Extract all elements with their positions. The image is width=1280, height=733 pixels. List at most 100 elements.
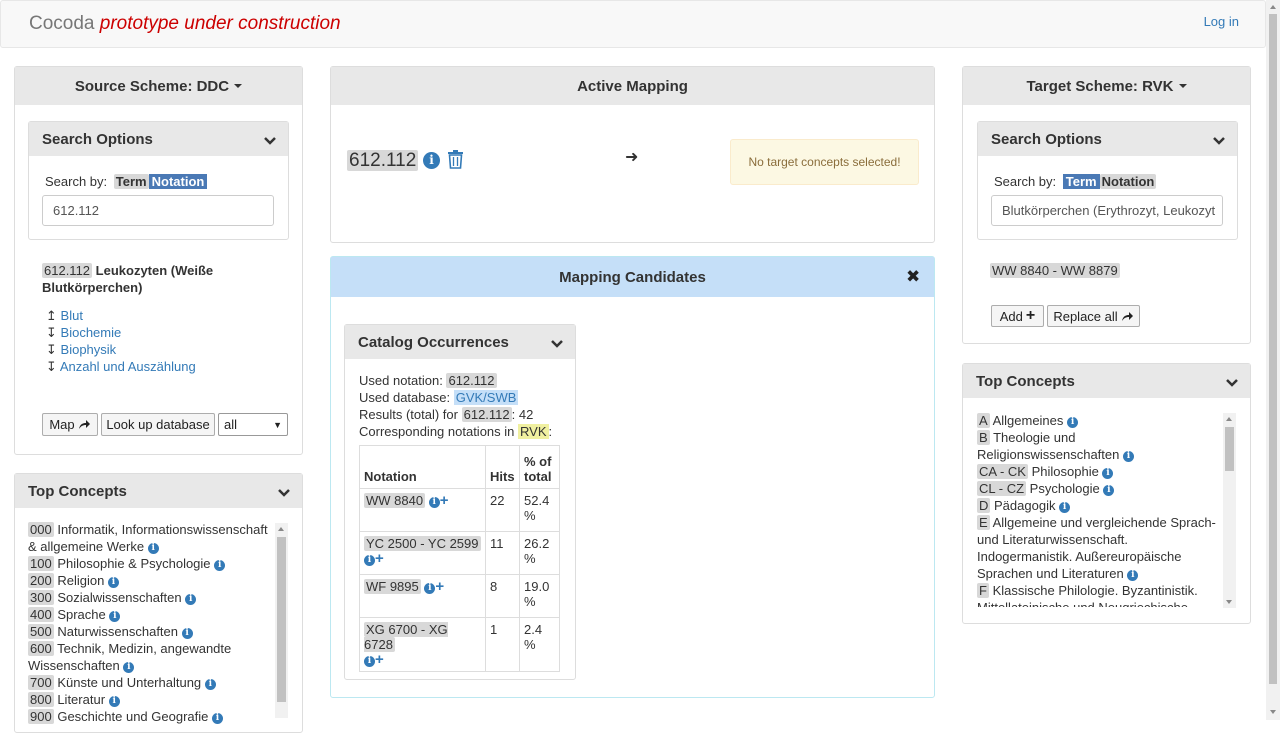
info-icon[interactable]: i: [108, 696, 120, 707]
scrollbar-thumb[interactable]: [277, 537, 286, 702]
close-icon[interactable]: ✖: [906, 267, 920, 287]
related-concept-item[interactable]: ↧ Biophysik: [46, 342, 116, 358]
source-scheme-header[interactable]: Source Scheme: DDC: [15, 67, 302, 105]
info-icon[interactable]: i: [109, 611, 121, 622]
info-icon[interactable]: i: [428, 497, 440, 508]
top-concept-item[interactable]: 600 Technik, Medizin, angewandte Wissens…: [28, 640, 278, 674]
top-concept-item[interactable]: A Allgemeines i: [977, 412, 1217, 429]
plus-icon[interactable]: +: [375, 652, 384, 667]
scroll-up-icon[interactable]: [1270, 5, 1276, 9]
trash-icon[interactable]: [447, 150, 464, 169]
top-concept-item[interactable]: D Pädagogik i: [977, 497, 1217, 514]
info-icon[interactable]: i: [364, 656, 375, 667]
login-link[interactable]: Log in: [1204, 14, 1239, 29]
top-concept-item[interactable]: 800 Literatur i: [28, 691, 278, 708]
info-icon[interactable]: i: [424, 583, 436, 594]
top-concept-item[interactable]: 200 Religion i: [28, 572, 278, 589]
info-icon[interactable]: i: [212, 713, 223, 724]
lookup-database-button[interactable]: Look up database: [101, 413, 215, 436]
related-concept-item[interactable]: ↧ Biochemie: [46, 325, 121, 341]
info-icon[interactable]: i: [1067, 417, 1079, 428]
top-concept-item[interactable]: CA - CK Philosophie i: [977, 463, 1217, 480]
chevron-down-icon[interactable]: [278, 487, 290, 499]
map-button[interactable]: Map: [42, 413, 98, 436]
top-concept-item[interactable]: 700 Künste und Unterhaltung i: [28, 674, 278, 691]
scrollbar[interactable]: [275, 523, 288, 718]
row-notation[interactable]: YC 2500 - YC 2599: [364, 536, 481, 551]
info-icon[interactable]: i: [423, 152, 440, 169]
app-brand[interactable]: Cocoda prototype under construction: [29, 13, 341, 35]
row-notation[interactable]: WF 9895: [364, 579, 421, 594]
source-top-concepts-header[interactable]: Top Concepts: [15, 474, 302, 508]
chevron-down-icon[interactable]: [264, 135, 276, 147]
top-concept-item[interactable]: F Klassische Philologie. Byzantinistik. …: [977, 582, 1217, 607]
info-icon[interactable]: i: [147, 543, 159, 554]
concept-notation: E: [977, 515, 990, 530]
chevron-down-icon[interactable]: [1226, 377, 1238, 389]
related-concept-item[interactable]: ↧ Anzahl und Auszählung: [46, 359, 196, 375]
related-concept-link[interactable]: Biophysik: [61, 342, 117, 357]
scroll-down-icon[interactable]: [1270, 710, 1276, 714]
database-select[interactable]: all ▼: [218, 413, 288, 436]
info-icon[interactable]: i: [364, 555, 375, 566]
info-icon[interactable]: i: [185, 594, 197, 605]
top-concept-item[interactable]: 300 Sozialwissenschaften i: [28, 589, 278, 606]
plus-icon[interactable]: +: [375, 551, 384, 566]
plus-icon[interactable]: +: [435, 579, 444, 594]
top-concept-item[interactable]: 400 Sprache i: [28, 606, 278, 623]
page-scrollbar[interactable]: [1266, 0, 1280, 720]
info-icon[interactable]: i: [1102, 468, 1114, 479]
add-button[interactable]: Add +: [991, 305, 1044, 327]
target-top-concepts-header[interactable]: Top Concepts: [963, 364, 1250, 398]
related-concept-link[interactable]: Biochemie: [61, 325, 122, 340]
top-concept-item[interactable]: 000 Informatik, Informationswissenschaft…: [28, 521, 278, 555]
top-concept-item[interactable]: 500 Naturwissenschaften i: [28, 623, 278, 640]
info-icon[interactable]: i: [1122, 451, 1134, 462]
related-concept-link[interactable]: Blut: [61, 308, 83, 323]
scroll-up-icon[interactable]: [1226, 417, 1232, 421]
info-icon[interactable]: i: [214, 560, 226, 571]
info-icon[interactable]: i: [1127, 570, 1139, 581]
target-search-by-row: Search by: Term Notation: [994, 174, 1157, 189]
info-icon[interactable]: i: [123, 662, 135, 673]
info-icon[interactable]: i: [181, 628, 193, 639]
page-scrollbar-thumb[interactable]: [1269, 14, 1277, 684]
catalog-occurrences-title: Catalog Occurrences: [358, 333, 509, 351]
plus-icon[interactable]: +: [440, 493, 449, 508]
top-concept-item[interactable]: CL - CZ Psychologie i: [977, 480, 1217, 497]
search-by-notation-toggle[interactable]: Notation: [1099, 174, 1157, 189]
target-search-options-header[interactable]: Search Options: [978, 122, 1237, 156]
search-by-term-toggle[interactable]: Term: [113, 174, 149, 189]
search-by-notation-toggle[interactable]: Notation: [148, 174, 208, 189]
source-search-input[interactable]: 612.112: [42, 195, 274, 226]
table-row: WF 9895 i + 8 19.0 %: [359, 574, 560, 618]
mapping-candidates-panel: Mapping Candidates ✖ Catalog Occurrences…: [330, 256, 935, 698]
info-icon[interactable]: i: [204, 679, 216, 690]
used-database-link[interactable]: GVK/SWB: [453, 390, 519, 405]
info-icon[interactable]: i: [107, 577, 119, 588]
search-by-term-toggle[interactable]: Term: [1062, 174, 1100, 189]
row-notation[interactable]: XG 6700 - XG 6728: [364, 622, 448, 652]
row-notation[interactable]: WW 8840: [364, 493, 426, 508]
target-search-options-title: Search Options: [991, 130, 1102, 148]
info-icon[interactable]: i: [1103, 485, 1115, 496]
scroll-down-icon[interactable]: [1226, 600, 1232, 604]
scrollbar[interactable]: [1223, 413, 1236, 608]
top-concept-item[interactable]: 100 Philosophie & Psychologie i: [28, 555, 278, 572]
catalog-occurrences-header[interactable]: Catalog Occurrences: [345, 325, 575, 359]
chevron-down-icon[interactable]: [1213, 135, 1225, 147]
scrollbar-thumb[interactable]: [1225, 427, 1234, 471]
replace-all-button[interactable]: Replace all: [1047, 305, 1140, 327]
related-concept-link[interactable]: Anzahl und Auszählung: [60, 359, 196, 374]
related-concept-item[interactable]: ↥ Blut: [46, 308, 83, 324]
top-concept-item[interactable]: 900 Geschichte und Geografie i: [28, 708, 278, 725]
top-concept-item[interactable]: B Theologie und Religionswissenschaften …: [977, 429, 1217, 463]
scroll-up-icon[interactable]: [278, 527, 284, 531]
target-scheme-header[interactable]: Target Scheme: RVK: [963, 67, 1250, 105]
top-concept-item[interactable]: E Allgemeine und vergleichende Sprach- u…: [977, 514, 1217, 582]
target-search-input[interactable]: Blutkörperchen (Erythrozyt, Leukozyt: [991, 195, 1223, 226]
source-search-options-header[interactable]: Search Options: [29, 122, 288, 156]
corresponding-row: Corresponding notations in RVK:: [359, 424, 552, 439]
chevron-down-icon[interactable]: [551, 338, 563, 350]
info-icon[interactable]: i: [1059, 502, 1071, 513]
